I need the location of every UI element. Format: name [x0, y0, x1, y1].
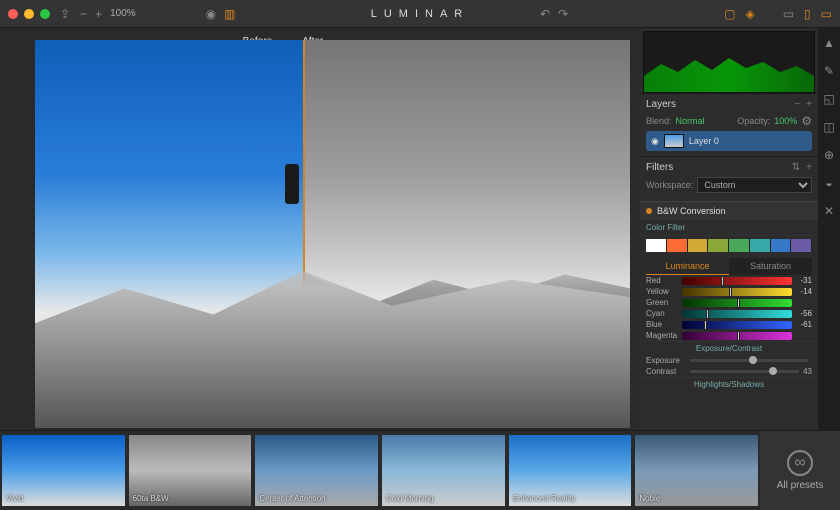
- erase-icon[interactable]: ◒: [825, 176, 832, 190]
- blend-label: Blend:: [646, 116, 672, 126]
- workspace-label: Workspace:: [646, 180, 693, 190]
- exposure-contrast-head[interactable]: Exposure/Contrast: [640, 341, 818, 355]
- minimize-dot[interactable]: [24, 9, 34, 19]
- preset-strip: Vivid60ta B&WCenter of AttentionCold Mor…: [0, 430, 840, 510]
- channel-blue[interactable]: Blue-61: [640, 319, 818, 330]
- main-area: Before After Layers − + Blend: Normal: [0, 28, 840, 430]
- preset-enhanced-reality[interactable]: Enhanced Reality: [509, 435, 632, 506]
- layer-add-icon[interactable]: +: [806, 99, 812, 110]
- channel-sliders: Red-31Yellow-14GreenCyan-56Blue-61Magent…: [640, 275, 818, 341]
- right-panel: Layers − + Blend: Normal Opacity: 100% ⚙…: [640, 28, 818, 430]
- channel-red[interactable]: Red-31: [640, 275, 818, 286]
- flame-icon[interactable]: ▲: [823, 36, 835, 50]
- zoom-level: 100%: [110, 8, 136, 19]
- after-side: [303, 40, 630, 428]
- filters-section: Filters ⇅ + Workspace: Custom: [640, 156, 818, 201]
- all-presets-button[interactable]: ∞All presets: [760, 431, 840, 510]
- preset-cold-morning[interactable]: Cold Morning: [382, 435, 505, 506]
- infinity-icon: ∞: [787, 450, 813, 476]
- maximize-dot[interactable]: [40, 9, 50, 19]
- canvas: Before After: [0, 28, 640, 430]
- channel-green[interactable]: Green: [640, 297, 818, 308]
- compare-divider[interactable]: [303, 40, 305, 428]
- channel-cyan[interactable]: Cyan-56: [640, 308, 818, 319]
- swatch-6[interactable]: [771, 239, 792, 252]
- tab-saturation[interactable]: Saturation: [729, 258, 812, 275]
- screen2-icon[interactable]: ▯: [804, 7, 811, 21]
- zoom-out-icon[interactable]: −: [80, 7, 87, 21]
- color-filter-label: Color Filter: [640, 220, 818, 236]
- layer-0[interactable]: ◉ Layer 0: [646, 131, 812, 151]
- opacity-label: Opacity:: [737, 116, 770, 126]
- layer-gear-icon[interactable]: ⚙: [801, 114, 812, 128]
- histogram[interactable]: [643, 31, 815, 93]
- layer-name: Layer 0: [689, 136, 719, 146]
- undo-icon[interactable]: ↶: [540, 7, 550, 21]
- layers-icon[interactable]: ◈: [745, 7, 754, 21]
- preset-center-of-attention[interactable]: Center of Attention: [255, 435, 378, 506]
- clone-icon[interactable]: ⊕: [824, 148, 834, 162]
- crop-icon[interactable]: ◱: [823, 92, 834, 106]
- share-icon[interactable]: ⇪: [60, 7, 70, 21]
- toolbar: ⇪ − + 100% ◉ ▥ LUMINAR ↶ ↷ ▢ ◈ ▭ ▯ ▭: [0, 0, 840, 28]
- swatch-0[interactable]: [646, 239, 667, 252]
- channel-magenta[interactable]: Magenta: [640, 330, 818, 341]
- filters-heading: Filters: [646, 162, 673, 173]
- preset-noble[interactable]: Noble: [635, 435, 758, 506]
- transform-icon[interactable]: ◫: [823, 120, 834, 134]
- tab-luminance[interactable]: Luminance: [646, 258, 729, 275]
- side-toolbar: ▲ ✎ ◱ ◫ ⊕ ◒ ✕: [818, 28, 840, 430]
- brush-icon[interactable]: ✎: [824, 64, 834, 78]
- blend-value[interactable]: Normal: [676, 116, 705, 126]
- swatch-1[interactable]: [667, 239, 688, 252]
- swatch-7[interactable]: [791, 239, 812, 252]
- contrast-slider[interactable]: Contrast 43: [640, 366, 818, 377]
- histogram-wave: [644, 52, 814, 92]
- layers-section: Layers − + Blend: Normal Opacity: 100% ⚙…: [640, 93, 818, 156]
- redo-icon[interactable]: ↷: [558, 7, 568, 21]
- eye-icon[interactable]: ◉: [206, 7, 216, 21]
- swatch-5[interactable]: [750, 239, 771, 252]
- screen1-icon[interactable]: ▭: [783, 7, 794, 21]
- window-controls: [8, 9, 50, 19]
- screen3-icon[interactable]: ▭: [821, 7, 832, 21]
- highlights-shadows-head[interactable]: Highlights/Shadows: [640, 377, 818, 391]
- swatch-3[interactable]: [708, 239, 729, 252]
- swatch-4[interactable]: [729, 239, 750, 252]
- layer-thumb: [664, 134, 684, 148]
- swatch-2[interactable]: [688, 239, 709, 252]
- preset-60ta-b&w[interactable]: 60ta B&W: [129, 435, 252, 506]
- filters-add-icon[interactable]: +: [806, 162, 812, 173]
- color-swatches: [646, 239, 812, 252]
- zoom-in-icon[interactable]: +: [95, 7, 102, 21]
- compare-icon[interactable]: ▥: [224, 7, 235, 21]
- bw-conversion-head[interactable]: B&W Conversion: [640, 201, 818, 220]
- filter-active-dot: [646, 208, 652, 214]
- channel-tabs: Luminance Saturation: [646, 258, 812, 275]
- filters-sort-icon[interactable]: ⇅: [792, 162, 800, 173]
- layers-heading: Layers: [646, 99, 676, 110]
- denoise-icon[interactable]: ✕: [824, 204, 834, 218]
- opacity-value[interactable]: 100%: [774, 116, 797, 126]
- layer-remove-icon[interactable]: −: [794, 99, 800, 110]
- layer-visibility-icon[interactable]: ◉: [651, 136, 659, 147]
- subject-silhouette: [285, 164, 299, 204]
- bw-conversion-label: B&W Conversion: [657, 206, 726, 216]
- close-dot[interactable]: [8, 9, 18, 19]
- photo-preview[interactable]: [35, 40, 630, 428]
- preset-vivid[interactable]: Vivid: [2, 435, 125, 506]
- channel-yellow[interactable]: Yellow-14: [640, 286, 818, 297]
- exposure-slider[interactable]: Exposure: [640, 355, 818, 366]
- app-title: LUMINAR: [371, 8, 470, 20]
- workspace-select[interactable]: Custom: [697, 177, 812, 193]
- image-icon[interactable]: ▢: [724, 7, 735, 21]
